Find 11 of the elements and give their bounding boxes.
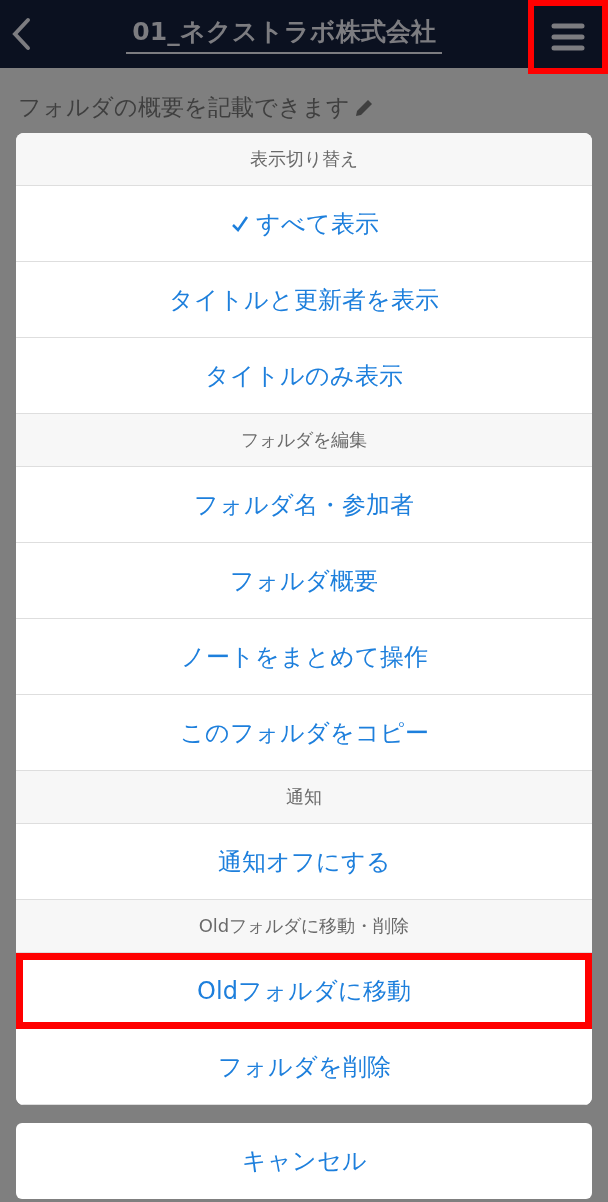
section-heading: 表示切り替え bbox=[16, 133, 592, 186]
menu-icon bbox=[551, 23, 585, 51]
back-icon bbox=[10, 17, 32, 51]
menu-button[interactable] bbox=[528, 0, 608, 74]
folder-description: フォルダの概要を記載できます bbox=[18, 93, 350, 122]
section-heading: フォルダを編集 bbox=[16, 414, 592, 467]
menu-item[interactable]: Oldフォルダに移動 bbox=[16, 953, 592, 1029]
cancel-button[interactable]: キャンセル bbox=[16, 1123, 592, 1199]
section-heading: 通知 bbox=[16, 771, 592, 824]
section-heading: Oldフォルダに移動・削除 bbox=[16, 900, 592, 953]
pencil-icon[interactable] bbox=[354, 97, 374, 118]
